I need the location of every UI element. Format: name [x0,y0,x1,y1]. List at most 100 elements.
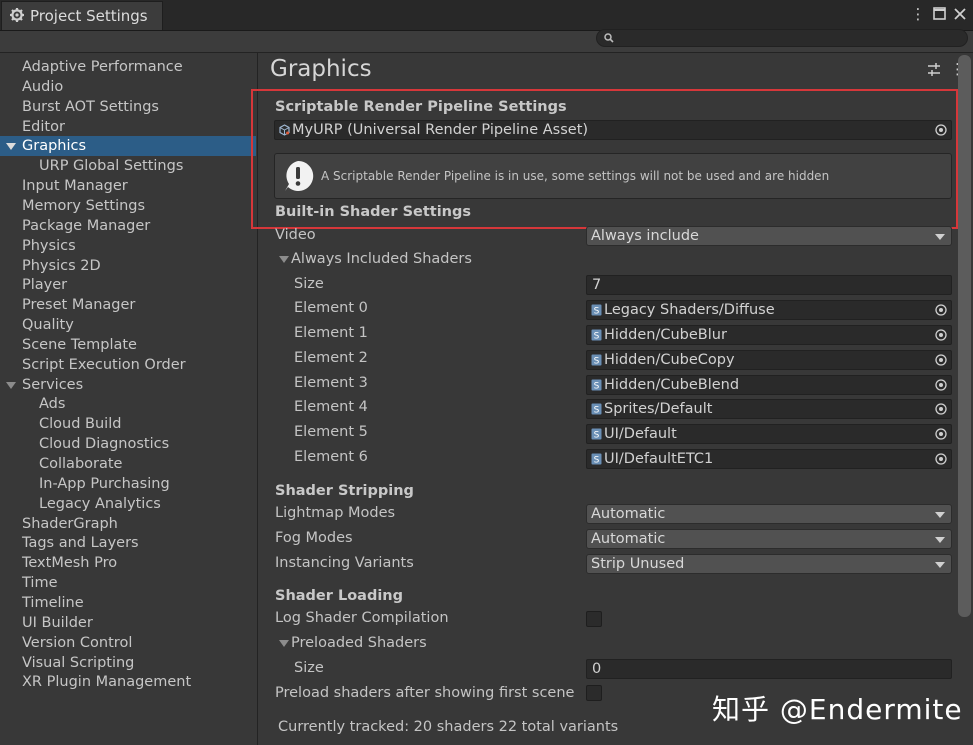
shader-object-field[interactable]: S Legacy Shaders/Diffuse [586,300,952,320]
sidebar-item-label: Version Control [22,634,133,651]
sidebar-item-label: ShaderGraph [22,515,118,532]
stripping-dropdown[interactable]: Strip Unused [586,554,952,574]
svg-text:S: S [594,331,600,341]
sidebar-item-label: Time [22,575,58,592]
size-label: Size [294,276,324,292]
search-input[interactable] [596,29,968,47]
sidebar-item-label: Visual Scripting [22,654,135,671]
element-label: Element 1 [294,324,368,341]
shader-object-value: UI/Default [604,426,677,443]
watermark-text: 知乎 @Endermite [712,693,963,726]
shader-object-field[interactable]: S UI/DefaultETC1 [586,449,952,470]
shader-object-field[interactable]: S Sprites/Default [586,399,952,420]
sidebar-item-label: Cloud Diagnostics [39,436,170,453]
shader-object-field[interactable]: S Hidden/CubeCopy [586,349,952,370]
shader-icon: S [591,453,602,465]
sidebar-item-label: URP Global Settings [39,158,184,175]
sidebar-item-label: Cloud Build [39,416,122,433]
sidebar-item-label: Burst AOT Settings [22,98,159,115]
video-value: Always include [591,228,699,244]
svg-text:S: S [594,455,600,465]
preloaded-shaders-label[interactable]: Preloaded Shaders [291,635,427,651]
shader-object-value: Legacy Shaders/Diffuse [604,302,775,318]
shader-icon: S [591,428,602,440]
sidebar-item-label: Quality [22,317,74,334]
sidebar-item-label: Scene Template [22,336,137,353]
sidebar-item-label: Tags and Layers [22,535,139,552]
element-label: Element 4 [294,399,368,416]
stripping-row-label: Lightmap Modes [275,505,396,521]
maximize-icon[interactable] [931,5,947,23]
stripping-dropdown[interactable]: Automatic [586,529,952,549]
object-picker-icon[interactable] [935,453,947,465]
stripping-dropdown-value: Automatic [591,506,666,522]
sidebar-item-label: Preset Manager [22,297,136,314]
sidebar-item-graphics[interactable]: Graphics [0,136,256,157]
log-shader-checkbox[interactable] [586,611,602,627]
always-included-label[interactable]: Always Included Shaders [291,251,472,267]
sidebar-item-label: Script Execution Order [22,356,186,373]
preset-sliders-icon[interactable] [926,62,942,78]
sidebar-item-label: Graphics [22,138,87,155]
sidebar-item-label: Adaptive Performance [22,59,183,75]
gear-icon [10,8,24,22]
close-icon[interactable] [952,5,968,23]
shader-object-field[interactable]: S Hidden/CubeBlend [586,374,952,395]
video-dropdown[interactable]: Always include [586,226,952,246]
sidebar-item-label: Player [22,277,68,294]
foldout-expanded-icon[interactable] [279,256,289,263]
sidebar-item-label: Physics [22,237,76,254]
chevron-down-icon [935,234,945,240]
video-label: Video [275,227,316,243]
object-picker-icon[interactable] [935,403,947,416]
window-title: Project Settings [30,7,148,25]
shader-icon: S [591,354,602,366]
object-picker-icon[interactable] [935,428,947,440]
size-value: 7 [592,277,602,293]
foldout-expanded-icon[interactable] [6,143,16,151]
sidebar-item-label: UI Builder [22,614,93,631]
object-picker-icon[interactable] [935,329,947,341]
preload-after-checkbox[interactable] [586,685,602,701]
object-picker-icon[interactable] [935,354,947,366]
shader-object-field[interactable]: S Hidden/CubeBlur [586,324,952,345]
shader-object-value: Hidden/CubeBlend [604,376,740,393]
preloaded-size-field[interactable]: 0 [586,659,952,679]
size-field[interactable]: 7 [586,275,952,295]
element-label: Element 5 [294,424,368,441]
chevron-down-icon [935,537,945,543]
shader-object-value: Hidden/CubeBlur [604,326,727,343]
foldout-expanded-icon[interactable] [279,640,289,647]
more-vert-icon[interactable]: ⋮ [910,5,926,23]
project-settings-tab[interactable]: Project Settings [1,1,163,30]
object-picker-icon[interactable] [935,378,947,391]
shader-object-value: UI/DefaultETC1 [604,451,714,468]
preloaded-size-value: 0 [592,661,602,677]
stripping-dropdown-value: Automatic [591,531,666,547]
stripping-dropdown-value: Strip Unused [591,556,685,572]
element-label: Element 2 [294,349,368,366]
search-icon [604,33,614,43]
sidebar-item-label: Ads [39,396,66,413]
object-picker-icon[interactable] [935,304,947,316]
chevron-down-icon [935,512,945,518]
svg-text:S: S [594,356,600,366]
element-label: Element 3 [294,374,368,391]
foldout-expanded-icon[interactable] [6,381,16,389]
shader-icon: S [591,329,602,341]
preloaded-size-label: Size [294,660,324,676]
svg-text:S: S [594,431,600,441]
stripping-heading: Shader Stripping [275,483,414,499]
shader-icon: S [591,304,602,316]
scrollbar-thumb[interactable] [958,55,971,617]
sidebar-item-label: Physics 2D [22,257,101,274]
shader-object-value: Sprites/Default [604,401,713,418]
highlight-annotation-box [251,89,958,229]
shader-object-field[interactable]: S UI/Default [586,424,952,445]
element-label: Element 6 [294,449,368,466]
sidebar-item-label: Package Manager [22,217,151,234]
sidebar-item-label: Input Manager [22,178,128,195]
stripping-dropdown[interactable]: Automatic [586,504,952,524]
sidebar-item-label: Audio [22,78,64,95]
element-label: Element 0 [294,300,368,316]
